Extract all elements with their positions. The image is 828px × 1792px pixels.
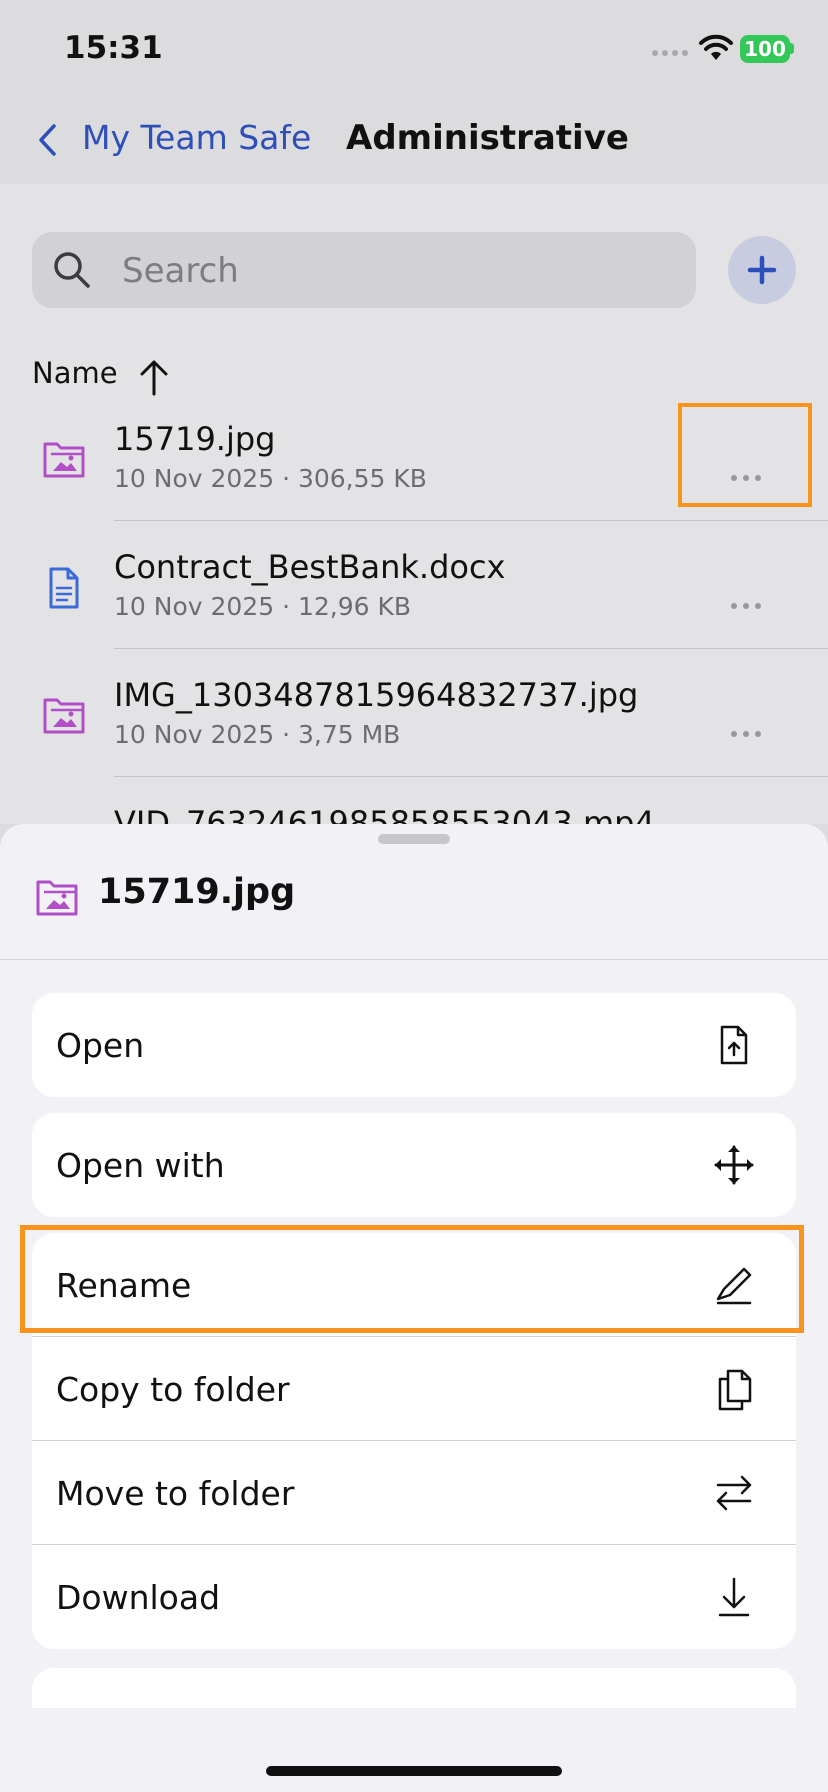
open-action[interactable]: Open: [32, 993, 796, 1097]
sheet-title: 15719.jpg: [98, 872, 296, 912]
row-divider: [114, 648, 828, 649]
add-button[interactable]: [728, 236, 796, 304]
more-options-button[interactable]: [714, 714, 778, 754]
file-row[interactable]: VID_7632461985858553043.mp4: [0, 800, 828, 824]
action-card-peek: [32, 1668, 796, 1708]
wifi-icon: [699, 34, 733, 60]
download-label: Download: [56, 1577, 221, 1617]
search-input[interactable]: [120, 232, 664, 310]
file-meta: 10 Nov 2025 · 306,55 KB: [114, 464, 427, 493]
cellular-signal-icon: [652, 50, 688, 56]
highlight-box: [20, 1225, 804, 1333]
battery-indicator: 100: [740, 35, 790, 63]
more-options-button[interactable]: [714, 586, 778, 626]
sheet-divider: [0, 959, 828, 960]
battery-tip: [790, 43, 794, 54]
file-row[interactable]: Contract_BestBank.docx 10 Nov 2025 · 12,…: [0, 544, 828, 672]
search-bar[interactable]: [32, 232, 696, 310]
home-indicator: [266, 1766, 562, 1776]
plus-icon: [747, 255, 777, 285]
move-to-folder-action[interactable]: Move to folder: [32, 1441, 796, 1545]
file-meta: 10 Nov 2025 · 12,96 KB: [114, 592, 412, 621]
image-folder-icon: [36, 880, 78, 916]
search-icon: [54, 252, 90, 288]
arrow-up-icon[interactable]: [138, 358, 170, 396]
file-name: 15719.jpg: [114, 420, 276, 458]
copy-to-folder-action[interactable]: Copy to folder: [32, 1337, 796, 1441]
sheet-grabber[interactable]: [378, 834, 450, 844]
file-name: VID_7632461985858553043.mp4: [114, 804, 655, 824]
file-name: Contract_BestBank.docx: [114, 548, 506, 586]
copy-label: Copy to folder: [56, 1369, 290, 1409]
action-card-open: Open: [32, 993, 796, 1097]
download-icon: [718, 1577, 750, 1617]
action-card-open-with: Open with: [32, 1113, 796, 1217]
row-divider: [114, 776, 828, 777]
chevron-left-icon: [39, 124, 56, 156]
sort-label[interactable]: Name: [32, 356, 118, 390]
back-button[interactable]: [36, 120, 66, 160]
document-icon: [49, 567, 79, 609]
row-divider: [114, 520, 828, 521]
open-label: Open: [56, 1025, 145, 1065]
move-label: Move to folder: [56, 1473, 295, 1513]
file-upload-icon: [720, 1025, 748, 1065]
image-folder-icon: [43, 442, 85, 478]
swap-arrows-icon: [716, 1475, 752, 1511]
copy-icon: [718, 1369, 752, 1411]
file-name: IMG_1303487815964832737.jpg: [114, 676, 639, 714]
status-time: 15:31: [64, 30, 163, 66]
file-row[interactable]: IMG_1303487815964832737.jpg 10 Nov 2025 …: [0, 672, 828, 800]
highlight-box: [678, 403, 812, 507]
open-with-label: Open with: [56, 1145, 225, 1185]
image-folder-icon: [43, 698, 85, 734]
page-title: Administrative: [346, 118, 629, 158]
open-with-action[interactable]: Open with: [32, 1113, 796, 1217]
download-action[interactable]: Download: [32, 1545, 796, 1649]
back-label[interactable]: My Team Safe: [82, 118, 311, 157]
file-meta: 10 Nov 2025 · 3,75 MB: [114, 720, 401, 749]
move-arrows-icon: [714, 1145, 754, 1185]
